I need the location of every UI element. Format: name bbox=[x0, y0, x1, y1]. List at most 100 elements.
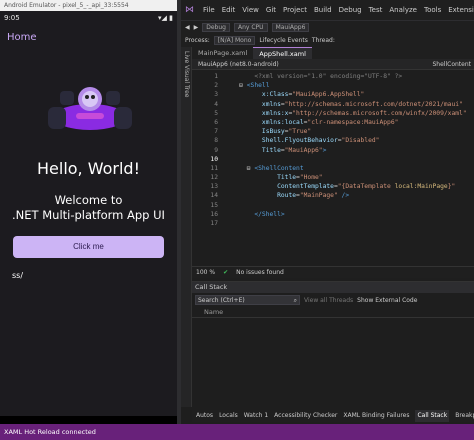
project-context-dropdown[interactable]: MauiApp6 (net8.0-android) bbox=[198, 61, 279, 68]
code-line[interactable]: 12 Title = "Home" bbox=[192, 173, 474, 182]
menu-extensions[interactable]: Extensions bbox=[448, 6, 474, 14]
code-line[interactable]: 14 Route = "MainPage" /> bbox=[192, 191, 474, 200]
tab-mainpage[interactable]: MainPage.xaml bbox=[192, 47, 253, 59]
code-token: xmlns bbox=[224, 100, 281, 108]
tab-autos[interactable]: Autos bbox=[196, 410, 213, 422]
code-lines[interactable]: 1 <?xml version="1.0" encoding="UTF-8" ?… bbox=[192, 70, 474, 228]
tab-accessibility-checker[interactable]: Accessibility Checker bbox=[274, 410, 337, 422]
line-number: 9 bbox=[214, 146, 218, 154]
zoom-level[interactable]: 100 % bbox=[196, 267, 215, 278]
tab-locals[interactable]: Locals bbox=[219, 410, 238, 422]
editor-status-bar: 100 % ✔ No issues found bbox=[192, 266, 474, 278]
line-number: 13 bbox=[210, 183, 218, 191]
call-stack-search-input[interactable]: Search (Ctrl+E) ⌕ bbox=[195, 295, 300, 305]
code-token: ⊟ bbox=[224, 164, 255, 172]
code-token: Shell.FlyoutBehavior bbox=[224, 137, 338, 145]
visual-studio-window: ⋈ File Edit View Git Project Build Debug… bbox=[181, 0, 474, 440]
call-stack-title: Call Stack bbox=[192, 282, 474, 293]
view-all-threads-button[interactable]: View all Threads bbox=[304, 297, 353, 304]
menu-test[interactable]: Test bbox=[369, 6, 383, 14]
code-token: "MauiApp6" bbox=[284, 146, 323, 154]
menu-bar: ⋈ File Edit View Git Project Build Debug… bbox=[181, 0, 474, 20]
code-line[interactable]: 10 bbox=[192, 155, 474, 164]
process-dropdown[interactable]: [N/A] Mono bbox=[213, 36, 256, 45]
code-line[interactable]: 16 </Shell> bbox=[192, 210, 474, 219]
menu-project[interactable]: Project bbox=[283, 6, 307, 14]
code-line[interactable]: 3 x:Class = "MauiApp6.AppShell" bbox=[192, 90, 474, 99]
line-number: 7 bbox=[214, 128, 218, 136]
menu-git[interactable]: Git bbox=[266, 6, 276, 14]
code-line[interactable]: 13 ContentTemplate = "{DataTemplate local:… bbox=[192, 182, 474, 191]
member-dropdown[interactable]: ShellContent bbox=[433, 59, 472, 70]
main-toolbar: ◀ ▶ Debug Any CPU MauiApp6 bbox=[181, 20, 474, 34]
code-token: ContentTemplate bbox=[224, 183, 334, 191]
visual-studio-logo-icon: ⋈ bbox=[185, 5, 194, 15]
tab-watch-1[interactable]: Watch 1 bbox=[244, 410, 268, 422]
debug-toolbar: Process: [N/A] Mono Lifecycle Events Thr… bbox=[181, 34, 474, 47]
lifecycle-events-button[interactable]: Lifecycle Events bbox=[259, 37, 308, 44]
code-token: <?xml version="1.0" encoding="UTF-8" ?> bbox=[224, 73, 403, 80]
code-line[interactable]: 7 IsBusy = "True" bbox=[192, 127, 474, 136]
search-placeholder: Search (Ctrl+E) bbox=[198, 297, 245, 304]
menu-tools[interactable]: Tools bbox=[424, 6, 441, 14]
line-number: 1 bbox=[214, 73, 218, 80]
code-token: xmlns:x bbox=[224, 109, 289, 117]
config-dropdown[interactable]: Debug bbox=[202, 23, 230, 32]
menu-edit[interactable]: Edit bbox=[222, 6, 236, 14]
code-line[interactable]: 11 ⊟ <ShellContent bbox=[192, 164, 474, 173]
platform-dropdown[interactable]: Any CPU bbox=[233, 23, 268, 32]
code-line[interactable]: 8 Shell.FlyoutBehavior = "Disabled" bbox=[192, 136, 474, 145]
line-number: 11 bbox=[210, 164, 218, 172]
show-external-code-button[interactable]: Show External Code bbox=[357, 297, 417, 304]
menu-build[interactable]: Build bbox=[314, 6, 332, 14]
menu-file[interactable]: File bbox=[203, 6, 215, 14]
line-number: 4 bbox=[214, 100, 218, 108]
code-line[interactable]: 1 <?xml version="1.0" encoding="UTF-8" ?… bbox=[192, 72, 474, 81]
tab-breakpoints[interactable]: Breakpoints bbox=[455, 410, 474, 422]
menu-view[interactable]: View bbox=[242, 6, 259, 14]
code-line[interactable]: 4 xmlns = "http://schemas.microsoft.com/do… bbox=[192, 100, 474, 109]
code-line[interactable]: 9 Title = "MauiApp6" > bbox=[192, 146, 474, 155]
line-number: 3 bbox=[214, 91, 218, 99]
code-token: Route bbox=[224, 192, 297, 200]
ss-label: ss/ bbox=[12, 271, 24, 280]
code-line[interactable]: 6 xmlns:local = "clr-namespace:MauiApp6" bbox=[192, 118, 474, 127]
tab-call-stack[interactable]: Call Stack bbox=[415, 410, 450, 422]
line-number: 6 bbox=[214, 118, 218, 126]
code-line[interactable]: 17 bbox=[192, 219, 474, 228]
code-editor: MainPage.xaml AppShell.xaml MauiApp6 (ne… bbox=[192, 47, 474, 279]
android-emulator: Android Emulator - pixel_5_-_api_33:5554… bbox=[0, 0, 177, 440]
live-visual-tree-label: Live Visual Tree bbox=[183, 51, 190, 98]
tab-xaml-binding-failures[interactable]: XAML Binding Failures bbox=[343, 410, 409, 422]
menu-analyze[interactable]: Analyze bbox=[389, 6, 417, 14]
code-line[interactable]: 5 xmlns:x = "http://schemas.microsoft.com/… bbox=[192, 109, 474, 118]
nav-back-icon[interactable]: ◀ bbox=[185, 24, 190, 31]
click-me-button[interactable]: Click me bbox=[13, 236, 164, 258]
line-number: 12 bbox=[210, 174, 218, 182]
emulator-title-bar: Android Emulator - pixel_5_-_api_33:5554 bbox=[0, 0, 177, 11]
tab-appshell[interactable]: AppShell.xaml bbox=[253, 47, 312, 59]
code-line[interactable]: 15 bbox=[192, 201, 474, 210]
code-line[interactable]: 2 ⊟ <Shell bbox=[192, 81, 474, 90]
startup-project-dropdown[interactable]: MauiApp6 bbox=[271, 23, 310, 32]
line-number: 15 bbox=[210, 201, 218, 209]
code-token: Title bbox=[224, 146, 281, 154]
hot-reload-status[interactable]: XAML Hot Reload connected bbox=[4, 428, 96, 436]
no-issues-text[interactable]: No issues found bbox=[236, 267, 284, 278]
welcome-line-2: .NET Multi-platform App UI bbox=[12, 208, 165, 222]
name-column-header[interactable]: Name bbox=[192, 307, 474, 318]
nav-forward-icon[interactable]: ▶ bbox=[194, 24, 199, 31]
code-token: "MauiApp6.AppShell" bbox=[292, 91, 365, 99]
app-content: Hello, World! Welcome to .NET Multi-plat… bbox=[0, 51, 177, 416]
no-issues-check-icon: ✔ bbox=[223, 269, 229, 276]
code-token: <ShellContent bbox=[254, 164, 304, 172]
code-token: "{DataTemplate bbox=[337, 183, 395, 191]
android-status-bar: 9:05 ▾◢ ▮ bbox=[0, 11, 177, 25]
code-token: IsBusy bbox=[224, 128, 285, 136]
live-visual-tree-tab[interactable]: Live Visual Tree bbox=[181, 47, 192, 407]
status-bar: XAML Hot Reload connected bbox=[0, 424, 474, 440]
process-label: Process: bbox=[185, 37, 210, 44]
menu-debug[interactable]: Debug bbox=[339, 6, 362, 14]
line-number: 10 bbox=[210, 155, 218, 163]
